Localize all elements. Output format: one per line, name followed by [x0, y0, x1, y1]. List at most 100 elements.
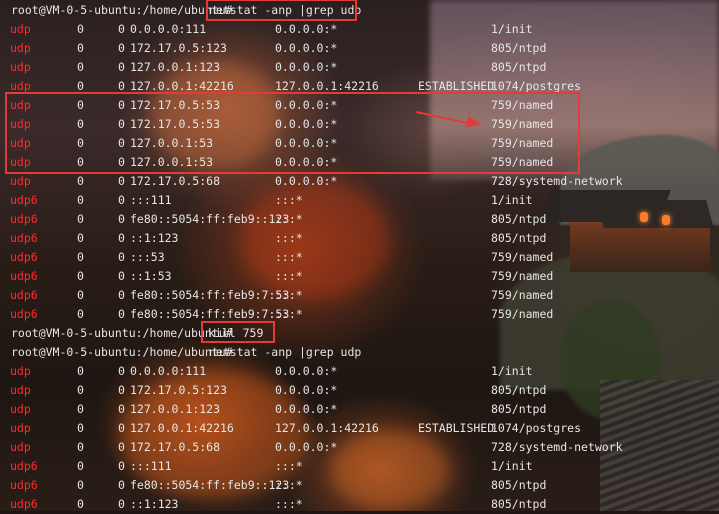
foreign-address-cell: :::* [275, 307, 303, 321]
send-q-cell: 0 [118, 98, 125, 112]
pid-program-cell: 805/ntpd [491, 41, 547, 55]
netstat-row: udp 0 0 127.0.0.1:53 0.0.0.0:* 759/named [0, 134, 719, 153]
protocol-cell: udp [10, 79, 31, 93]
foreign-address-cell: 0.0.0.0:* [275, 155, 338, 169]
netstat-row: udp 0 0 127.0.0.1:123 0.0.0.0:* 805/ntpd [0, 58, 719, 77]
foreign-address-cell: 0.0.0.0:* [275, 440, 338, 454]
protocol-cell: udp6 [10, 307, 38, 321]
recv-q-cell: 0 [77, 155, 84, 169]
pid-program-cell: 805/ntpd [491, 478, 547, 492]
pid-program-cell: 759/named [491, 98, 554, 112]
local-address-cell: 172.17.0.5:68 [130, 440, 221, 454]
recv-q-cell: 0 [77, 136, 84, 150]
send-q-cell: 0 [118, 459, 125, 473]
netstat-row: udp 0 0 172.17.0.5:123 0.0.0.0:* 805/ntpd [0, 381, 719, 400]
foreign-address-cell: 0.0.0.0:* [275, 22, 338, 36]
local-address-cell: 127.0.0.1:123 [130, 60, 221, 74]
local-address-cell: :::111 [130, 193, 172, 207]
shell-prompt: root@VM-0-5-ubuntu:/home/ubuntu# [11, 345, 233, 359]
pid-program-cell: 1/init [491, 193, 533, 207]
protocol-cell: udp6 [10, 478, 38, 492]
recv-q-cell: 0 [77, 459, 84, 473]
local-address-cell: 172.17.0.5:123 [130, 383, 227, 397]
protocol-cell: udp6 [10, 459, 38, 473]
protocol-cell: udp [10, 60, 31, 74]
netstat-row: udp 0 0 127.0.0.1:123 0.0.0.0:* 805/ntpd [0, 400, 719, 419]
terminal-output[interactable]: root@VM-0-5-ubuntu:/home/ubuntu# netstat … [0, 0, 719, 511]
pid-program-cell: 728/systemd-network [491, 440, 623, 454]
local-address-cell: 172.17.0.5:53 [130, 98, 221, 112]
foreign-address-cell: 127.0.0.1:42216 [275, 79, 379, 93]
pid-program-cell: 805/ntpd [491, 402, 547, 416]
protocol-cell: udp [10, 421, 31, 435]
send-q-cell: 0 [118, 307, 125, 321]
send-q-cell: 0 [118, 231, 125, 245]
pid-program-cell: 1/init [491, 364, 533, 378]
netstat-row: udp 0 0 127.0.0.1:42216 127.0.0.1:42216 ESTAB… [0, 77, 719, 96]
foreign-address-cell: 0.0.0.0:* [275, 41, 338, 55]
send-q-cell: 0 [118, 269, 125, 283]
foreign-address-cell: 0.0.0.0:* [275, 383, 338, 397]
send-q-cell: 0 [118, 174, 125, 188]
protocol-cell: udp [10, 41, 31, 55]
send-q-cell: 0 [118, 155, 125, 169]
netstat-row: udp6 0 0::1:123:::* 805/ntpd [0, 495, 719, 514]
local-address-cell: 127.0.0.1:123 [130, 402, 221, 416]
protocol-cell: udp [10, 440, 31, 454]
local-address-cell: 127.0.0.1:42216 [130, 421, 234, 435]
pid-program-cell: 1/init [491, 459, 533, 473]
send-q-cell: 0 [118, 250, 125, 264]
recv-q-cell: 0 [77, 60, 84, 74]
shell-command: netstat -anp |grep udp [209, 3, 362, 17]
netstat-row: udp 0 0 172.17.0.5:68 0.0.0.0:* 728/systemd-n… [0, 172, 719, 191]
shell-prompt: root@VM-0-5-ubuntu:/home/ubuntu# [11, 3, 233, 17]
protocol-cell: udp [10, 155, 31, 169]
protocol-cell: udp6 [10, 231, 38, 245]
pid-program-cell: 805/ntpd [491, 212, 547, 226]
netstat-row: udp6 0 0 fe80::5054:ff:feb9:7:53:::* 759/nam… [0, 286, 719, 305]
netstat-row: udp6 0 0 fe80::5054:ff:feb9:7:53:::* 759/nam… [0, 305, 719, 324]
netstat-row: udp 0 0 127.0.0.1:53 0.0.0.0:* 759/named [0, 153, 719, 172]
foreign-address-cell: 0.0.0.0:* [275, 136, 338, 150]
local-address-cell: 0.0.0.0:111 [130, 364, 207, 378]
send-q-cell: 0 [118, 383, 125, 397]
local-address-cell: ::1:123 [130, 231, 179, 245]
netstat-row: udp6 0 0 fe80::5054:ff:feb9::123:::* 805/ntp… [0, 210, 719, 229]
send-q-cell: 0 [118, 136, 125, 150]
recv-q-cell: 0 [77, 193, 84, 207]
local-address-cell: 127.0.0.1:53 [130, 155, 214, 169]
protocol-cell: udp6 [10, 269, 38, 283]
netstat-row: udp 0 0 0.0.0.0:111 0.0.0.0:* 1/init [0, 20, 719, 39]
local-address-cell: 127.0.0.1:42216 [130, 79, 234, 93]
protocol-cell: udp [10, 98, 31, 112]
local-address-cell: 172.17.0.5:53 [130, 117, 221, 131]
state-cell: ESTABLISHED [418, 421, 495, 435]
foreign-address-cell: 0.0.0.0:* [275, 117, 338, 131]
netstat-row: udp6 0 0 fe80::5054:ff:feb9::123:::* 805/ntp… [0, 476, 719, 495]
send-q-cell: 0 [118, 41, 125, 55]
netstat-row: udp6 0 0:::53:::* 759/named [0, 248, 719, 267]
pid-program-cell: 759/named [491, 136, 554, 150]
recv-q-cell: 0 [77, 212, 84, 226]
recv-q-cell: 0 [77, 383, 84, 397]
recv-q-cell: 0 [77, 79, 84, 93]
foreign-address-cell: :::* [275, 478, 303, 492]
netstat-row: udp6 0 0:::111:::* 1/init [0, 191, 719, 210]
netstat-row: udp 0 0 127.0.0.1:42216 127.0.0.1:42216 ESTAB… [0, 419, 719, 438]
recv-q-cell: 0 [77, 22, 84, 36]
recv-q-cell: 0 [77, 41, 84, 55]
pid-program-cell: 728/systemd-network [491, 174, 623, 188]
recv-q-cell: 0 [77, 497, 84, 511]
foreign-address-cell: :::* [275, 269, 303, 283]
pid-program-cell: 805/ntpd [491, 231, 547, 245]
send-q-cell: 0 [118, 79, 125, 93]
recv-q-cell: 0 [77, 269, 84, 283]
netstat-row: udp 0 0 0.0.0.0:111 0.0.0.0:* 1/init [0, 362, 719, 381]
local-address-cell: fe80::5054:ff:feb9:7:53 [130, 307, 290, 321]
shell-prompt: root@VM-0-5-ubuntu:/home/ubuntu# [11, 326, 233, 340]
foreign-address-cell: 0.0.0.0:* [275, 402, 338, 416]
recv-q-cell: 0 [77, 364, 84, 378]
send-q-cell: 0 [118, 117, 125, 131]
recv-q-cell: 0 [77, 421, 84, 435]
pid-program-cell: 759/named [491, 250, 554, 264]
